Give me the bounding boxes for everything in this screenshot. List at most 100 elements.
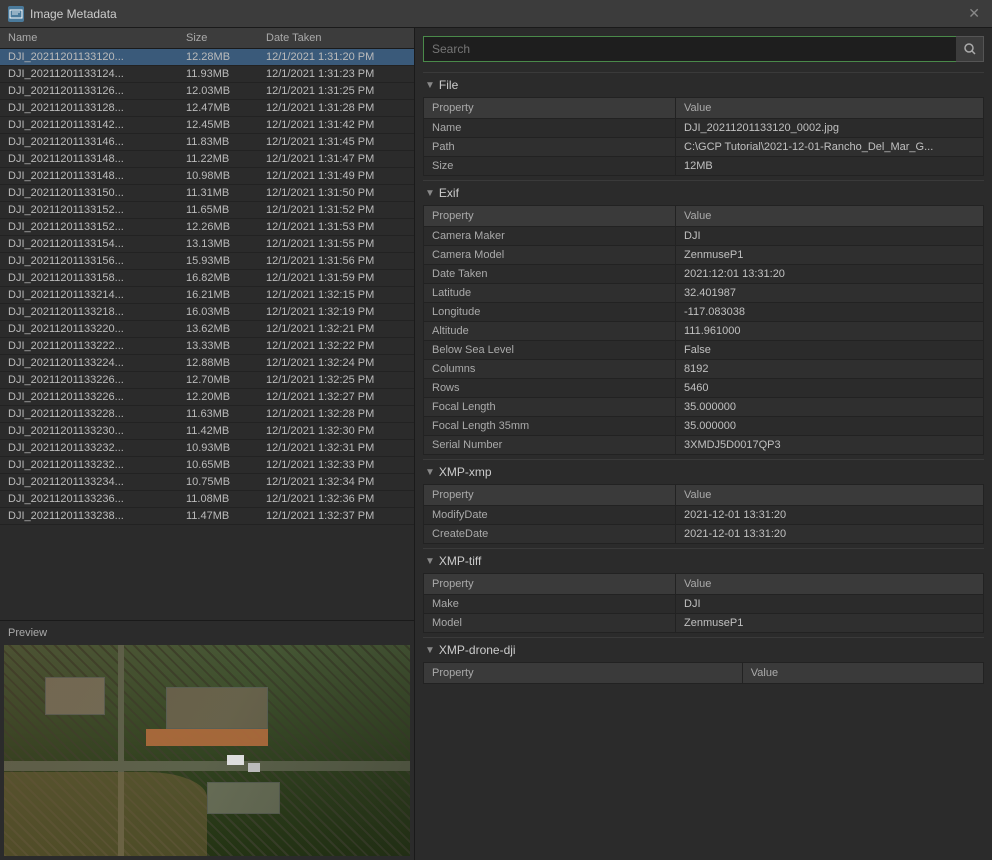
- file-row[interactable]: DJI_20211201133158... 16.82MB 12/1/2021 …: [0, 270, 414, 287]
- file-row[interactable]: DJI_20211201133148... 11.22MB 12/1/2021 …: [0, 151, 414, 168]
- file-row[interactable]: DJI_20211201133232... 10.93MB 12/1/2021 …: [0, 440, 414, 457]
- file-size: 12.20MB: [186, 391, 266, 403]
- xmpdronedji-col-property: Property: [424, 663, 743, 684]
- file-section-arrow: ▼: [425, 80, 435, 91]
- section-header-xmp-drone-dji[interactable]: ▼ XMP-drone-dji: [423, 637, 984, 662]
- file-date: 12/1/2021 1:31:25 PM: [266, 85, 406, 97]
- table-row: Size 12MB: [424, 157, 984, 176]
- file-row[interactable]: DJI_20211201133152... 11.65MB 12/1/2021 …: [0, 202, 414, 219]
- file-row[interactable]: DJI_20211201133220... 13.62MB 12/1/2021 …: [0, 321, 414, 338]
- file-name: DJI_20211201133222...: [8, 340, 186, 352]
- file-list-header: Name Size Date Taken: [0, 28, 414, 49]
- search-button[interactable]: [956, 36, 984, 62]
- file-row[interactable]: DJI_20211201133226... 12.20MB 12/1/2021 …: [0, 389, 414, 406]
- file-size: 11.63MB: [186, 408, 266, 420]
- vehicle-1: [227, 755, 243, 766]
- table-row: Latitude 32.401987: [424, 284, 984, 303]
- xmpxmp-col-value: Value: [676, 485, 984, 506]
- file-date: 12/1/2021 1:32:37 PM: [266, 510, 406, 522]
- file-row[interactable]: DJI_20211201133232... 10.65MB 12/1/2021 …: [0, 457, 414, 474]
- file-row[interactable]: DJI_20211201133214... 16.21MB 12/1/2021 …: [0, 287, 414, 304]
- file-row[interactable]: DJI_20211201133150... 11.31MB 12/1/2021 …: [0, 185, 414, 202]
- col-size[interactable]: Size: [186, 32, 266, 44]
- file-name: DJI_20211201133214...: [8, 289, 186, 301]
- file-row[interactable]: DJI_20211201133120... 12.28MB 12/1/2021 …: [0, 49, 414, 66]
- prop-label: Columns: [424, 360, 676, 379]
- file-row[interactable]: DJI_20211201133124... 11.93MB 12/1/2021 …: [0, 66, 414, 83]
- file-date: 12/1/2021 1:31:52 PM: [266, 204, 406, 216]
- prop-label: Name: [424, 119, 676, 138]
- file-size: 11.83MB: [186, 136, 266, 148]
- table-row: Serial Number 3XMDJ5D0017QP3: [424, 436, 984, 455]
- file-row[interactable]: DJI_20211201133126... 12.03MB 12/1/2021 …: [0, 83, 414, 100]
- file-col-value: Value: [676, 98, 984, 119]
- search-input[interactable]: [423, 36, 984, 62]
- table-row: Path C:\GCP Tutorial\2021-12-01-Rancho_D…: [424, 138, 984, 157]
- file-list-body[interactable]: DJI_20211201133120... 12.28MB 12/1/2021 …: [0, 49, 414, 620]
- file-name: DJI_20211201133152...: [8, 221, 186, 233]
- file-name: DJI_20211201133148...: [8, 170, 186, 182]
- file-date: 12/1/2021 1:32:30 PM: [266, 425, 406, 437]
- section-header-file[interactable]: ▼ File: [423, 72, 984, 97]
- file-row[interactable]: DJI_20211201133230... 11.42MB 12/1/2021 …: [0, 423, 414, 440]
- section-header-xmp-xmp[interactable]: ▼ XMP-xmp: [423, 459, 984, 484]
- main-container: Name Size Date Taken DJI_20211201133120.…: [0, 28, 992, 860]
- file-row[interactable]: DJI_20211201133146... 11.83MB 12/1/2021 …: [0, 134, 414, 151]
- table-row: Focal Length 35mm 35.000000: [424, 417, 984, 436]
- file-name: DJI_20211201133150...: [8, 187, 186, 199]
- file-row[interactable]: DJI_20211201133156... 15.93MB 12/1/2021 …: [0, 253, 414, 270]
- file-list-container: Name Size Date Taken DJI_20211201133120.…: [0, 28, 414, 620]
- right-panel[interactable]: ▼ File Property Value Name DJI_202112011…: [415, 28, 992, 860]
- prop-value: 12MB: [676, 157, 984, 176]
- prop-value: -117.083038: [676, 303, 984, 322]
- file-name: DJI_20211201133126...: [8, 85, 186, 97]
- col-name[interactable]: Name: [8, 32, 186, 44]
- section-header-xmp-tiff[interactable]: ▼ XMP-tiff: [423, 548, 984, 573]
- file-name: DJI_20211201133224...: [8, 357, 186, 369]
- file-size: 11.47MB: [186, 510, 266, 522]
- preview-section: Preview: [0, 620, 414, 860]
- exif-section-arrow: ▼: [425, 188, 435, 199]
- file-row[interactable]: DJI_20211201133152... 12.26MB 12/1/2021 …: [0, 219, 414, 236]
- close-button[interactable]: ✕: [964, 5, 984, 22]
- prop-value: C:\GCP Tutorial\2021-12-01-Rancho_Del_Ma…: [676, 138, 984, 157]
- prop-label: Latitude: [424, 284, 676, 303]
- file-size: 12.47MB: [186, 102, 266, 114]
- file-date: 12/1/2021 1:32:25 PM: [266, 374, 406, 386]
- col-date[interactable]: Date Taken: [266, 32, 406, 44]
- table-row: Columns 8192: [424, 360, 984, 379]
- file-row[interactable]: DJI_20211201133228... 11.63MB 12/1/2021 …: [0, 406, 414, 423]
- file-size: 10.93MB: [186, 442, 266, 454]
- file-size: 11.22MB: [186, 153, 266, 165]
- file-row[interactable]: DJI_20211201133224... 12.88MB 12/1/2021 …: [0, 355, 414, 372]
- table-row: Name DJI_20211201133120_0002.jpg: [424, 119, 984, 138]
- file-date: 12/1/2021 1:31:50 PM: [266, 187, 406, 199]
- prop-label: Rows: [424, 379, 676, 398]
- file-date: 12/1/2021 1:31:47 PM: [266, 153, 406, 165]
- file-date: 12/1/2021 1:32:22 PM: [266, 340, 406, 352]
- file-row[interactable]: DJI_20211201133234... 10.75MB 12/1/2021 …: [0, 474, 414, 491]
- window-title: Image Metadata: [30, 7, 958, 21]
- file-name: DJI_20211201133142...: [8, 119, 186, 131]
- file-row[interactable]: DJI_20211201133218... 16.03MB 12/1/2021 …: [0, 304, 414, 321]
- prop-label: Make: [424, 595, 676, 614]
- file-row[interactable]: DJI_20211201133128... 12.47MB 12/1/2021 …: [0, 100, 414, 117]
- table-row: ModifyDate 2021-12-01 13:31:20: [424, 506, 984, 525]
- file-row[interactable]: DJI_20211201133236... 11.08MB 12/1/2021 …: [0, 491, 414, 508]
- file-size: 12.28MB: [186, 51, 266, 63]
- prop-label: Altitude: [424, 322, 676, 341]
- file-row[interactable]: DJI_20211201133142... 12.45MB 12/1/2021 …: [0, 117, 414, 134]
- file-row[interactable]: DJI_20211201133238... 11.47MB 12/1/2021 …: [0, 508, 414, 525]
- file-size: 10.75MB: [186, 476, 266, 488]
- file-name: DJI_20211201133230...: [8, 425, 186, 437]
- file-row[interactable]: DJI_20211201133148... 10.98MB 12/1/2021 …: [0, 168, 414, 185]
- prop-label: Focal Length: [424, 398, 676, 417]
- file-row[interactable]: DJI_20211201133222... 13.33MB 12/1/2021 …: [0, 338, 414, 355]
- table-row: Focal Length 35.000000: [424, 398, 984, 417]
- file-row[interactable]: DJI_20211201133154... 13.13MB 12/1/2021 …: [0, 236, 414, 253]
- file-row[interactable]: DJI_20211201133226... 12.70MB 12/1/2021 …: [0, 372, 414, 389]
- file-size: 10.65MB: [186, 459, 266, 471]
- prop-value: 2021:12:01 13:31:20: [676, 265, 984, 284]
- section-header-exif[interactable]: ▼ Exif: [423, 180, 984, 205]
- file-date: 12/1/2021 1:31:56 PM: [266, 255, 406, 267]
